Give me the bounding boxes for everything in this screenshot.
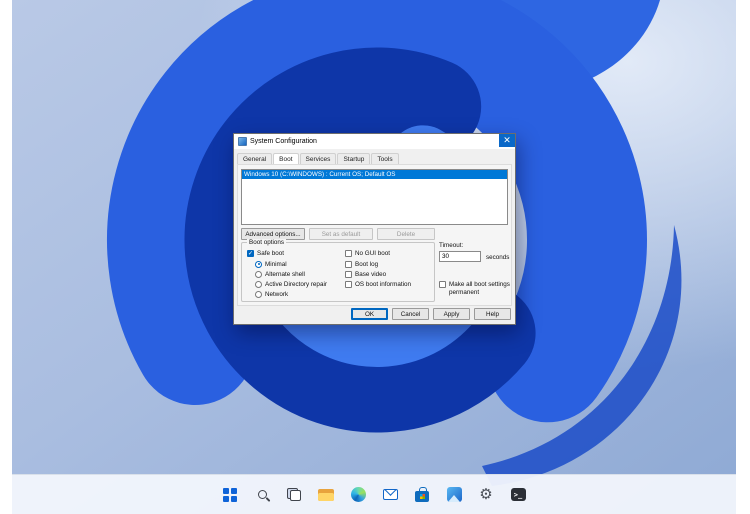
checkbox-icon (345, 280, 352, 288)
system-configuration-dialog: System Configuration ✕ General Boot Serv… (233, 133, 516, 325)
edge-browser-icon (350, 487, 366, 502)
search-icon (257, 490, 267, 499)
taskbar-photos-button[interactable] (441, 482, 467, 508)
mail-icon (382, 489, 398, 500)
boot-options-group: Boot options ✓ Safe boot Minimal Alterna… (241, 239, 435, 302)
taskbar-file-explorer-button[interactable] (313, 482, 339, 508)
checkbox-no-gui-boot[interactable]: No GUI boot (345, 249, 390, 257)
taskbar-search-button[interactable] (249, 482, 275, 508)
ok-button[interactable]: OK (351, 308, 388, 320)
dialog-action-buttons: OK Cancel Apply Help (351, 308, 511, 320)
radio-minimal[interactable]: Minimal (255, 260, 287, 268)
task-view-icon (287, 488, 301, 501)
checkbox-icon (345, 260, 352, 268)
photos-icon (446, 487, 462, 502)
gear-icon: ⚙ (479, 486, 493, 503)
taskbar-task-view-button[interactable] (281, 482, 307, 508)
timeout-unit-label: seconds (486, 254, 510, 261)
close-icon: ✕ (503, 135, 511, 145)
checkbox-os-boot-information[interactable]: OS boot information (345, 280, 411, 288)
screenshot-root: System Configuration ✕ General Boot Serv… (0, 0, 750, 514)
boot-options-group-label: Boot options (247, 239, 287, 246)
radio-icon (255, 290, 262, 298)
set-as-default-button[interactable]: Set as default (309, 228, 373, 240)
terminal-icon: >_ (510, 488, 526, 501)
microsoft-store-icon (415, 486, 429, 502)
windows-start-icon (223, 487, 237, 502)
taskbar-edge-button[interactable] (345, 482, 371, 508)
boot-tab-page: Windows 10 (C:\WINDOWS) : Current OS; De… (237, 164, 512, 306)
checkbox-checked-icon: ✓ (247, 249, 254, 257)
timeout-label: Timeout: (439, 242, 464, 249)
checkbox-boot-log[interactable]: Boot log (345, 260, 378, 268)
radio-icon (255, 270, 262, 278)
help-button[interactable]: Help (474, 308, 511, 320)
left-margin (0, 0, 12, 514)
boot-entry-item[interactable]: Windows 10 (C:\WINDOWS) : Current OS; De… (242, 170, 507, 179)
delete-button[interactable]: Delete (377, 228, 435, 240)
system-configuration-icon (238, 137, 247, 146)
radio-active-directory-repair[interactable]: Active Directory repair (255, 280, 327, 288)
safe-boot-checkbox[interactable]: ✓ Safe boot (247, 249, 284, 257)
file-explorer-icon (318, 488, 334, 501)
checkbox-base-video[interactable]: Base video (345, 270, 386, 278)
safe-boot-label: Safe boot (257, 249, 284, 257)
taskbar-mail-button[interactable] (377, 482, 403, 508)
checkbox-make-permanent[interactable]: Make all boot settings permanent (439, 281, 511, 297)
taskbar-start-button[interactable] (217, 482, 243, 508)
right-margin (736, 0, 750, 514)
cancel-button[interactable]: Cancel (392, 308, 429, 320)
taskbar-terminal-button[interactable]: >_ (505, 482, 531, 508)
taskbar: ⚙ >_ (12, 474, 736, 514)
radio-network[interactable]: Network (255, 290, 288, 298)
dialog-titlebar[interactable]: System Configuration ✕ (234, 134, 515, 149)
radio-selected-icon (255, 260, 262, 268)
checkbox-icon (345, 249, 352, 257)
timeout-input[interactable] (439, 251, 481, 262)
tab-strip: General Boot Services Startup Tools (237, 151, 400, 166)
boot-entries-list[interactable]: Windows 10 (C:\WINDOWS) : Current OS; De… (241, 169, 508, 225)
radio-icon (255, 280, 262, 288)
radio-alternate-shell[interactable]: Alternate shell (255, 270, 305, 278)
close-button[interactable]: ✕ (499, 134, 515, 147)
checkbox-icon (439, 281, 446, 288)
taskbar-store-button[interactable] (409, 482, 435, 508)
dialog-title: System Configuration (250, 138, 317, 145)
checkbox-icon (345, 270, 352, 278)
desktop: System Configuration ✕ General Boot Serv… (12, 0, 736, 514)
taskbar-settings-button[interactable]: ⚙ (473, 482, 499, 508)
apply-button[interactable]: Apply (433, 308, 470, 320)
